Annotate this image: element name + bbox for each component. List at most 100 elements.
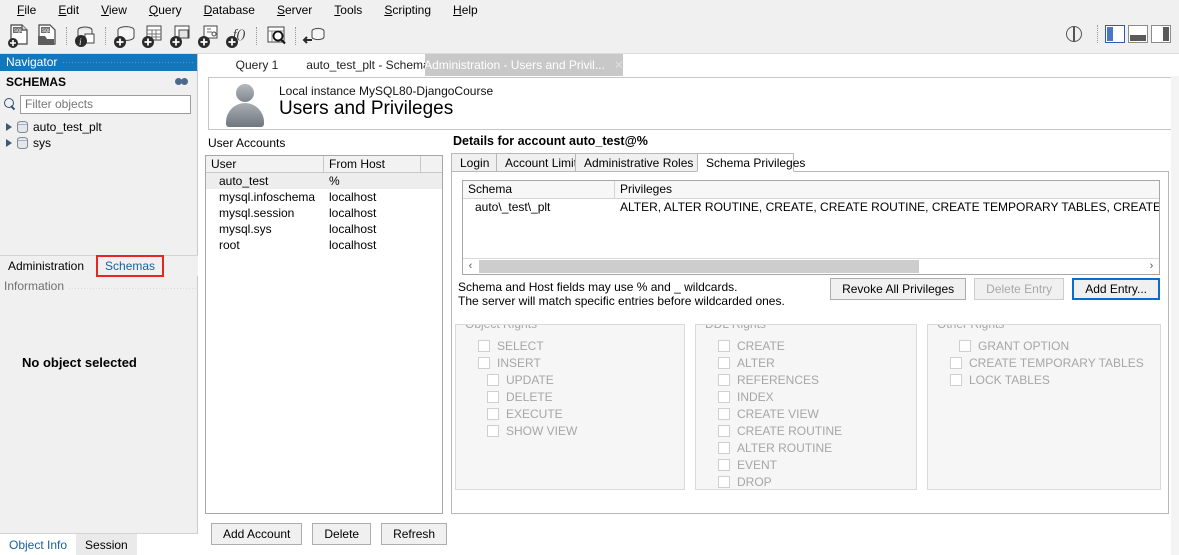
checkbox[interactable]	[718, 356, 730, 369]
globe-icon[interactable]	[1066, 26, 1082, 42]
refresh-schemas-icon[interactable]	[175, 76, 189, 88]
privilege-checkbox-row[interactable]: ALTER ROUTINE	[718, 439, 916, 456]
user-account-row[interactable]: auto_test%	[206, 173, 442, 189]
menu-item-tools[interactable]: Tools	[323, 2, 373, 18]
filter-objects-input[interactable]	[20, 94, 191, 114]
checkbox[interactable]	[718, 407, 730, 420]
new-stored-procedure-icon[interactable]	[196, 22, 222, 50]
privilege-checkbox-row[interactable]: UPDATE	[487, 371, 684, 388]
column-header-privileges[interactable]: Privileges	[615, 181, 1159, 198]
checkbox[interactable]	[487, 373, 499, 386]
privilege-checkbox-row[interactable]: CREATE TEMPORARY TABLES	[950, 354, 1160, 371]
checkbox[interactable]	[718, 373, 730, 386]
menu-item-edit[interactable]: Edit	[47, 2, 90, 18]
column-header-user[interactable]: User	[206, 156, 324, 172]
document-tab-0[interactable]: Query 1	[203, 54, 311, 76]
checkbox[interactable]	[478, 339, 490, 352]
privilege-checkbox-row[interactable]: EXECUTE	[487, 405, 684, 422]
menu-item-view[interactable]: View	[90, 2, 138, 18]
toggle-sidebar-icon[interactable]	[1105, 25, 1125, 43]
new-schema-icon[interactable]	[112, 22, 138, 50]
menu-item-query[interactable]: Query	[138, 2, 193, 18]
checkbox[interactable]	[487, 407, 499, 420]
tab-schema-privileges[interactable]: Schema Privileges	[697, 153, 805, 172]
document-tab-2[interactable]: Administration - Users and Privil... ✕	[424, 54, 624, 76]
chevron-right-icon[interactable]: ›	[1144, 259, 1159, 274]
tab-account-limits[interactable]: Account Limits	[496, 153, 583, 172]
search-data-icon[interactable]	[263, 22, 289, 50]
checkbox[interactable]	[718, 441, 730, 454]
tab-administrative-roles[interactable]: Administrative Roles	[575, 153, 698, 172]
scrollbar-track[interactable]	[478, 259, 1144, 274]
privilege-checkbox-row[interactable]: REFERENCES	[718, 371, 916, 388]
privilege-checkbox-row[interactable]: CREATE VIEW	[718, 405, 916, 422]
user-account-row[interactable]: mysql.session localhost	[206, 205, 442, 221]
document-tab-1[interactable]: auto_test_plt - Schema	[306, 54, 429, 76]
new-table-icon[interactable]	[140, 22, 166, 50]
schema-tree-item[interactable]: sys	[0, 135, 197, 151]
checkbox[interactable]	[950, 373, 962, 386]
privilege-checkbox-row[interactable]: CREATE ROUTINE	[718, 422, 916, 439]
connect-to-server-icon[interactable]: i	[73, 22, 99, 50]
navigator-footer-tab-session[interactable]: Session	[76, 533, 137, 555]
new-sql-tab-icon[interactable]: SQL	[6, 22, 32, 50]
menu-item-database[interactable]: Database	[193, 2, 266, 18]
checkbox[interactable]	[487, 424, 499, 437]
checkbox[interactable]	[718, 390, 730, 403]
reconnect-to-server-icon[interactable]	[302, 22, 328, 50]
privilege-checkbox-row[interactable]: INDEX	[718, 388, 916, 405]
menu-item-server[interactable]: Server	[266, 2, 323, 18]
column-header-schema[interactable]: Schema	[463, 181, 615, 198]
add-entry-button[interactable]: Add Entry...	[1072, 278, 1160, 300]
privilege-checkbox-row[interactable]: DELETE	[487, 388, 684, 405]
privilege-checkbox-row[interactable]: INSERT	[478, 354, 684, 371]
privilege-checkbox-row[interactable]: SELECT	[478, 337, 684, 354]
checkbox[interactable]	[718, 424, 730, 437]
checkbox[interactable]	[959, 339, 971, 352]
checkbox[interactable]	[718, 475, 730, 488]
toggle-secondary-sidebar-icon[interactable]	[1151, 25, 1171, 43]
menu-item-scripting[interactable]: Scripting	[373, 2, 442, 18]
checkbox-label: EVENT	[737, 457, 778, 472]
chevron-right-icon[interactable]	[6, 139, 12, 147]
privilege-checkbox-row[interactable]: LOCK TABLES	[950, 371, 1160, 388]
privilege-checkbox-row[interactable]: DROP	[718, 473, 916, 489]
schema-tree-item[interactable]: auto_test_plt	[0, 119, 197, 135]
column-header-from-host[interactable]: From Host	[324, 156, 421, 172]
privilege-checkbox-row[interactable]: GRANT OPTION	[959, 337, 1160, 354]
delete-button[interactable]: Delete	[312, 523, 372, 545]
privilege-checkbox-row[interactable]: SHOW VIEW	[487, 422, 684, 439]
right-edge-scrollbar[interactable]	[1171, 76, 1179, 555]
privilege-row[interactable]: auto\_test\_plt ALTER, ALTER ROUTINE, CRE…	[463, 199, 1159, 215]
checkbox[interactable]	[718, 339, 730, 352]
navigator-tab-administration[interactable]: Administration	[0, 256, 92, 277]
privilege-checkbox-row[interactable]: CREATE	[718, 337, 916, 354]
scrollbar-thumb[interactable]	[479, 260, 919, 273]
user-account-row[interactable]: root localhost	[206, 237, 442, 253]
new-view-icon[interactable]	[168, 22, 194, 50]
close-icon[interactable]: ✕	[614, 58, 624, 72]
menu-item-file[interactable]: File	[6, 2, 47, 18]
user-account-row[interactable]: mysql.infoschema localhost	[206, 189, 442, 205]
chevron-right-icon[interactable]	[6, 123, 12, 131]
chevron-left-icon[interactable]: ‹	[463, 259, 478, 274]
checkbox[interactable]	[950, 356, 962, 369]
tab-login[interactable]: Login	[451, 153, 497, 172]
navigator-footer-tab-object-info[interactable]: Object Info	[0, 534, 76, 555]
navigator-tab-schemas[interactable]: Schemas	[96, 255, 165, 277]
open-sql-script-icon[interactable]: SQL	[34, 22, 60, 50]
privileges-horizontal-scrollbar[interactable]: ‹ ›	[463, 258, 1159, 274]
checkbox[interactable]	[718, 458, 730, 471]
new-function-icon[interactable]: f()	[224, 22, 250, 50]
revoke-all-privileges-button[interactable]: Revoke All Privileges	[830, 278, 967, 300]
privilege-checkbox-row[interactable]: ALTER	[718, 354, 916, 371]
user-account-row[interactable]: mysql.sys localhost	[206, 221, 442, 237]
menu-item-help[interactable]: Help	[442, 2, 489, 18]
toggle-output-icon[interactable]	[1128, 25, 1148, 43]
checkbox[interactable]	[478, 356, 490, 369]
add-account-button[interactable]: Add Account	[211, 523, 303, 545]
schema-name: auto_test_plt	[33, 120, 102, 134]
refresh-button[interactable]: Refresh	[381, 523, 448, 545]
privilege-checkbox-row[interactable]: EVENT	[718, 456, 916, 473]
checkbox[interactable]	[487, 390, 499, 403]
